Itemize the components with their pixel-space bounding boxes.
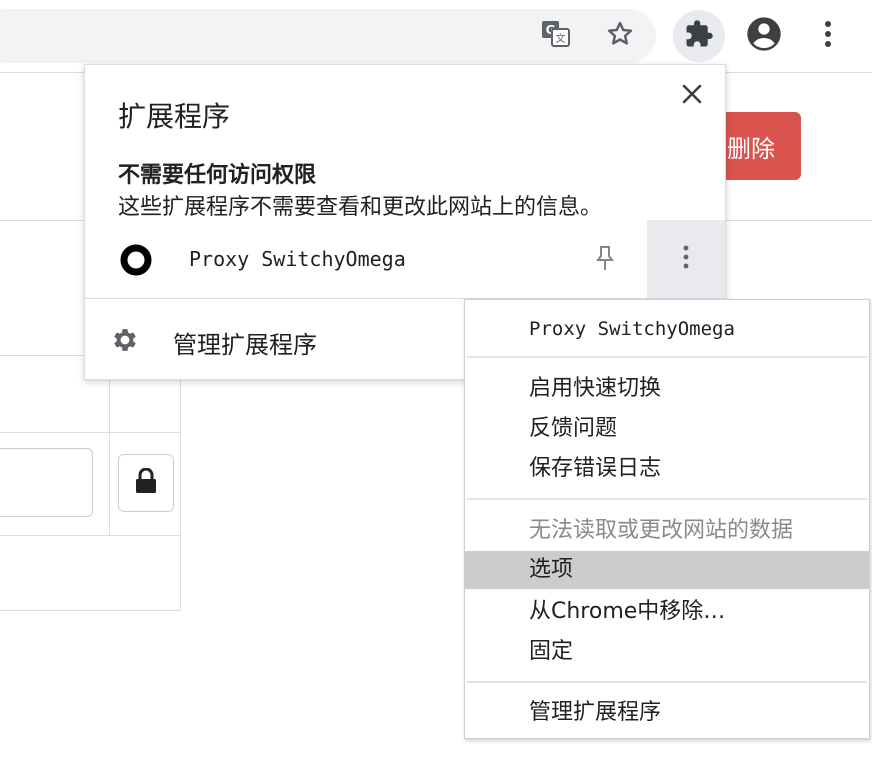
account-icon — [744, 14, 784, 58]
bookmark-star-button[interactable] — [594, 10, 646, 62]
star-icon — [605, 19, 635, 53]
browser-menu-button[interactable] — [802, 10, 854, 62]
section-title: 不需要任何访问权限 — [118, 163, 317, 188]
extension-row[interactable]: Proxy SwitchyOmega — [85, 220, 725, 298]
lock-button[interactable] — [118, 454, 174, 512]
switchyomega-icon — [120, 244, 152, 276]
svg-text:文: 文 — [556, 32, 566, 45]
delete-button-label: 删除 — [727, 134, 775, 163]
menu-item-options[interactable]: 选项 — [465, 551, 869, 589]
popup-title: 扩展程序 — [118, 100, 231, 133]
table-row-divider — [0, 432, 180, 433]
menu-item-manage-extensions[interactable]: 管理扩展程序 — [465, 694, 869, 732]
extension-context-menu: Proxy SwitchyOmega 启用快速切换 反馈问题 保存错误日志 无法… — [464, 299, 870, 739]
menu-separator — [467, 356, 867, 358]
more-vert-icon — [824, 20, 832, 52]
lock-icon — [134, 467, 158, 498]
menu-item-quick-switch[interactable]: 启用快速切换 — [465, 370, 869, 408]
extensions-button[interactable] — [673, 10, 725, 62]
close-button[interactable] — [677, 81, 707, 111]
menu-item-pin[interactable]: 固定 — [465, 633, 869, 671]
menu-item-remove-from-chrome[interactable]: 从Chrome中移除… — [465, 593, 869, 631]
pin-button[interactable] — [590, 244, 620, 276]
section-description: 这些扩展程序不需要查看和更改此网站上的信息。 — [118, 195, 603, 220]
translate-icon: G 文 — [541, 20, 571, 52]
gear-icon — [110, 325, 140, 355]
page-text-input[interactable] — [0, 448, 93, 517]
menu-separator — [467, 681, 867, 683]
table-row-divider — [0, 535, 180, 536]
extension-name: Proxy SwitchyOmega — [189, 247, 406, 271]
manage-extensions-label: 管理扩展程序 — [173, 331, 317, 359]
translate-button[interactable]: G 文 — [530, 10, 582, 62]
table-column-divider — [109, 356, 110, 536]
pin-icon — [596, 245, 614, 275]
browser-toolbar: G 文 — [0, 0, 872, 73]
menu-item-save-error-log[interactable]: 保存错误日志 — [465, 450, 869, 488]
menu-item-feedback[interactable]: 反馈问题 — [465, 410, 869, 448]
puzzle-icon — [684, 19, 714, 53]
more-vert-icon — [683, 245, 689, 273]
menu-item-extension-name[interactable]: Proxy SwitchyOmega — [465, 310, 869, 348]
close-icon — [681, 83, 703, 109]
extension-more-button[interactable] — [647, 220, 725, 298]
menu-separator — [467, 498, 867, 500]
profile-button[interactable] — [738, 10, 790, 62]
menu-item-site-access: 无法读取或更改网站的数据 — [529, 518, 794, 543]
